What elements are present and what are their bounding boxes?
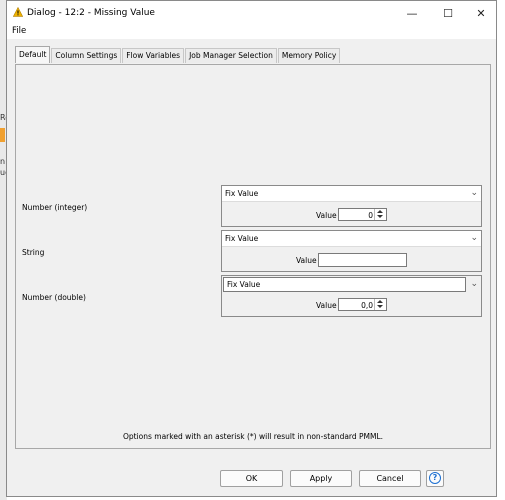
help-icon: ? <box>429 472 441 484</box>
chevron-down-icon[interactable]: ⌄ <box>470 279 478 289</box>
tab-job-manager-selection[interactable]: Job Manager Selection <box>185 48 277 63</box>
tab-memory-policy[interactable]: Memory Policy <box>277 48 341 63</box>
value-label: Value <box>296 256 317 265</box>
default-tab-panel: Number (integer) Fix Value ⌄ Value 0 Str… <box>15 64 491 449</box>
select-value: Fix Value <box>225 234 259 243</box>
spinner-arrows[interactable] <box>374 299 386 310</box>
select-value: Fix Value <box>225 189 259 198</box>
number-double-settings: Fix Value ⌄ Value 0,0 <box>221 275 482 317</box>
string-method-select[interactable]: Fix Value ⌄ <box>222 231 481 247</box>
window-title: Dialog - 12:2 - Missing Value <box>27 8 155 18</box>
chevron-down-icon: ⌄ <box>470 188 478 198</box>
spinner-up-icon[interactable] <box>377 210 383 213</box>
tab-flow-variables[interactable]: Flow Variables <box>122 48 185 63</box>
dialog-window: Dialog - 12:2 - Missing Value — ☐ ✕ File… <box>6 0 497 497</box>
minimize-icon: — <box>406 6 418 20</box>
help-button[interactable]: ? <box>426 470 444 487</box>
title-bar[interactable]: Dialog - 12:2 - Missing Value — ☐ ✕ <box>7 1 496 25</box>
chevron-down-icon: ⌄ <box>470 233 478 243</box>
spinner-up-icon[interactable] <box>377 300 383 303</box>
string-settings: Fix Value ⌄ Value <box>221 230 482 272</box>
ok-button[interactable]: OK <box>220 470 283 487</box>
warning-icon <box>13 7 23 17</box>
number-integer-method-select[interactable]: Fix Value ⌄ <box>222 186 481 202</box>
maximize-icon: ☐ <box>443 6 453 20</box>
value-label: Value <box>316 301 337 310</box>
spinner-arrows[interactable] <box>374 209 386 220</box>
pmml-note: Options marked with an asterisk (*) will… <box>122 432 384 441</box>
tab-column-settings[interactable]: Column Settings <box>51 48 122 63</box>
tab-default[interactable]: Default <box>15 46 51 63</box>
select-value: Fix Value <box>227 280 261 289</box>
minimize-button[interactable]: — <box>395 1 429 25</box>
spinner-value: 0,0 <box>361 301 373 310</box>
number-integer-settings: Fix Value ⌄ Value 0 <box>221 185 482 227</box>
spinner-value: 0 <box>368 211 373 220</box>
menu-bar: File <box>7 25 496 39</box>
background-text-fragment: n <box>0 157 6 166</box>
background-node-fragment <box>0 128 5 142</box>
apply-button[interactable]: Apply <box>290 470 352 487</box>
cancel-button[interactable]: Cancel <box>359 470 421 487</box>
number-integer-value-spinner[interactable]: 0 <box>338 208 387 221</box>
number-integer-label: Number (integer) <box>22 203 88 212</box>
spinner-down-icon[interactable] <box>377 215 383 218</box>
close-icon: ✕ <box>476 6 486 20</box>
string-value-input[interactable] <box>318 253 407 267</box>
close-button[interactable]: ✕ <box>464 1 498 25</box>
string-label: String <box>22 248 45 257</box>
number-double-label: Number (double) <box>22 293 86 302</box>
number-double-value-spinner[interactable]: 0,0 <box>338 298 387 311</box>
number-double-method-select[interactable]: Fix Value <box>223 277 466 292</box>
maximize-button[interactable]: ☐ <box>431 1 465 25</box>
tab-bar: Default Column Settings Flow Variables J… <box>15 46 341 64</box>
value-label: Value <box>316 211 337 220</box>
menu-file[interactable]: File <box>12 26 26 36</box>
spinner-down-icon[interactable] <box>377 305 383 308</box>
